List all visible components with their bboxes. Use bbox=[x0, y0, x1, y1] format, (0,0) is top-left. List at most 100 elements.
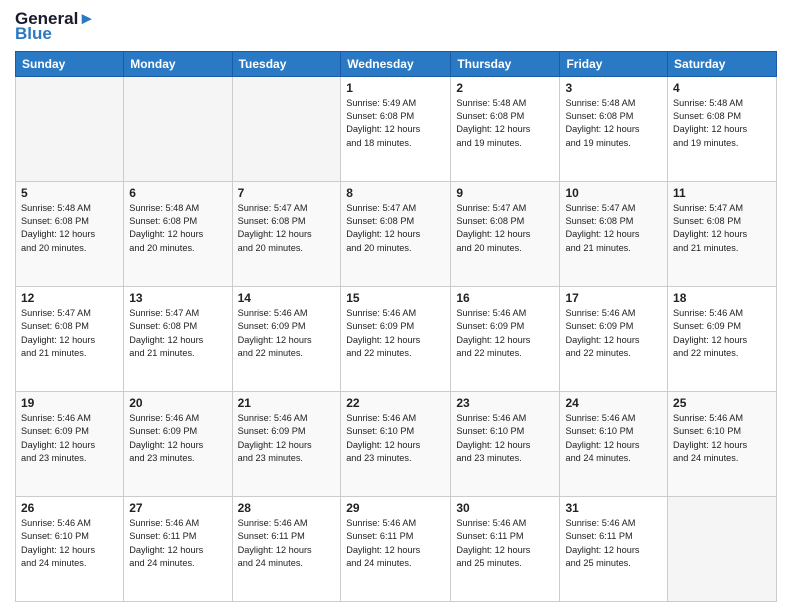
weekday-header-tuesday: Tuesday bbox=[232, 51, 341, 76]
calendar-table: SundayMondayTuesdayWednesdayThursdayFrid… bbox=[15, 51, 777, 602]
weekday-header-monday: Monday bbox=[124, 51, 232, 76]
day-info: Sunrise: 5:46 AM Sunset: 6:10 PM Dayligh… bbox=[456, 412, 554, 465]
calendar-cell bbox=[16, 76, 124, 181]
day-number: 26 bbox=[21, 501, 118, 515]
day-info: Sunrise: 5:46 AM Sunset: 6:09 PM Dayligh… bbox=[346, 307, 445, 360]
day-number: 29 bbox=[346, 501, 445, 515]
day-info: Sunrise: 5:47 AM Sunset: 6:08 PM Dayligh… bbox=[238, 202, 336, 255]
weekday-header-friday: Friday bbox=[560, 51, 668, 76]
day-info: Sunrise: 5:46 AM Sunset: 6:11 PM Dayligh… bbox=[129, 517, 226, 570]
day-info: Sunrise: 5:47 AM Sunset: 6:08 PM Dayligh… bbox=[129, 307, 226, 360]
day-info: Sunrise: 5:46 AM Sunset: 6:09 PM Dayligh… bbox=[238, 412, 336, 465]
calendar-cell: 7 Sunrise: 5:47 AM Sunset: 6:08 PM Daylig… bbox=[232, 181, 341, 286]
day-number: 11 bbox=[673, 186, 771, 200]
day-number: 10 bbox=[565, 186, 662, 200]
day-number: 1 bbox=[346, 81, 445, 95]
day-number: 4 bbox=[673, 81, 771, 95]
day-number: 28 bbox=[238, 501, 336, 515]
calendar-cell: 30Sunrise: 5:46 AM Sunset: 6:11 PM Dayli… bbox=[451, 496, 560, 601]
day-info: Sunrise: 5:46 AM Sunset: 6:09 PM Dayligh… bbox=[21, 412, 118, 465]
calendar-cell: 29 Sunrise: 5:46 AM Sunset: 6:11 PM Dayli… bbox=[341, 496, 451, 601]
calendar-cell: 15 Sunrise: 5:46 AM Sunset: 6:09 PM Dayli… bbox=[341, 286, 451, 391]
day-info: Sunrise: 5:46 AM Sunset: 6:10 PM Dayligh… bbox=[673, 412, 771, 465]
calendar-week-2: 5Sunrise: 5:48 AM Sunset: 6:08 PM Daylig… bbox=[16, 181, 777, 286]
day-number: 6 bbox=[129, 186, 226, 200]
day-info: Sunrise: 5:46 AM Sunset: 6:11 PM Dayligh… bbox=[346, 517, 445, 570]
day-info: Sunrise: 5:47 AM Sunset: 6:08 PM Dayligh… bbox=[456, 202, 554, 255]
day-number: 3 bbox=[565, 81, 662, 95]
day-number: 12 bbox=[21, 291, 118, 305]
calendar-cell: 26 Sunrise: 5:46 AM Sunset: 6:10 PM Dayli… bbox=[16, 496, 124, 601]
day-number: 17 bbox=[565, 291, 662, 305]
calendar-cell: 10 Sunrise: 5:47 AM Sunset: 6:08 PM Dayli… bbox=[560, 181, 668, 286]
day-info: Sunrise: 5:48 AM Sunset: 6:08 PM Dayligh… bbox=[21, 202, 118, 255]
day-number: 25 bbox=[673, 396, 771, 410]
calendar-week-5: 26 Sunrise: 5:46 AM Sunset: 6:10 PM Dayli… bbox=[16, 496, 777, 601]
calendar-cell: 6Sunrise: 5:48 AM Sunset: 6:08 PM Daylig… bbox=[124, 181, 232, 286]
calendar-cell: 3 Sunrise: 5:48 AM Sunset: 6:08 PM Daylig… bbox=[560, 76, 668, 181]
day-info: Sunrise: 5:47 AM Sunset: 6:08 PM Dayligh… bbox=[673, 202, 771, 255]
calendar-cell: 9Sunrise: 5:47 AM Sunset: 6:08 PM Daylig… bbox=[451, 181, 560, 286]
calendar-cell: 17 Sunrise: 5:46 AM Sunset: 6:09 PM Dayli… bbox=[560, 286, 668, 391]
day-info: Sunrise: 5:47 AM Sunset: 6:08 PM Dayligh… bbox=[21, 307, 118, 360]
day-info: Sunrise: 5:46 AM Sunset: 6:09 PM Dayligh… bbox=[129, 412, 226, 465]
day-number: 24 bbox=[565, 396, 662, 410]
day-number: 18 bbox=[673, 291, 771, 305]
day-info: Sunrise: 5:48 AM Sunset: 6:08 PM Dayligh… bbox=[456, 97, 554, 150]
day-number: 8 bbox=[346, 186, 445, 200]
day-info: Sunrise: 5:47 AM Sunset: 6:08 PM Dayligh… bbox=[346, 202, 445, 255]
day-info: Sunrise: 5:46 AM Sunset: 6:10 PM Dayligh… bbox=[346, 412, 445, 465]
day-info: Sunrise: 5:46 AM Sunset: 6:09 PM Dayligh… bbox=[565, 307, 662, 360]
day-number: 31 bbox=[565, 501, 662, 515]
calendar-cell: 5Sunrise: 5:48 AM Sunset: 6:08 PM Daylig… bbox=[16, 181, 124, 286]
calendar-week-4: 19Sunrise: 5:46 AM Sunset: 6:09 PM Dayli… bbox=[16, 391, 777, 496]
day-number: 21 bbox=[238, 396, 336, 410]
day-info: Sunrise: 5:46 AM Sunset: 6:11 PM Dayligh… bbox=[238, 517, 336, 570]
calendar-cell: 22 Sunrise: 5:46 AM Sunset: 6:10 PM Dayli… bbox=[341, 391, 451, 496]
calendar-cell bbox=[124, 76, 232, 181]
calendar-cell: 28 Sunrise: 5:46 AM Sunset: 6:11 PM Dayli… bbox=[232, 496, 341, 601]
calendar-cell: 24Sunrise: 5:46 AM Sunset: 6:10 PM Dayli… bbox=[560, 391, 668, 496]
day-number: 16 bbox=[456, 291, 554, 305]
calendar-cell: 4Sunrise: 5:48 AM Sunset: 6:08 PM Daylig… bbox=[668, 76, 777, 181]
day-number: 14 bbox=[238, 291, 336, 305]
calendar-body: 1Sunrise: 5:49 AM Sunset: 6:08 PM Daylig… bbox=[16, 76, 777, 601]
day-number: 30 bbox=[456, 501, 554, 515]
weekday-header-thursday: Thursday bbox=[451, 51, 560, 76]
calendar-cell: 31Sunrise: 5:46 AM Sunset: 6:11 PM Dayli… bbox=[560, 496, 668, 601]
weekday-header-row: SundayMondayTuesdayWednesdayThursdayFrid… bbox=[16, 51, 777, 76]
calendar-week-3: 12 Sunrise: 5:47 AM Sunset: 6:08 PM Dayli… bbox=[16, 286, 777, 391]
calendar-cell: 18 Sunrise: 5:46 AM Sunset: 6:09 PM Dayli… bbox=[668, 286, 777, 391]
weekday-header-wednesday: Wednesday bbox=[341, 51, 451, 76]
calendar-cell: 11 Sunrise: 5:47 AM Sunset: 6:08 PM Dayli… bbox=[668, 181, 777, 286]
calendar-week-1: 1Sunrise: 5:49 AM Sunset: 6:08 PM Daylig… bbox=[16, 76, 777, 181]
day-number: 27 bbox=[129, 501, 226, 515]
calendar: SundayMondayTuesdayWednesdayThursdayFrid… bbox=[15, 51, 777, 602]
logo: General► Blue bbox=[15, 10, 95, 43]
day-info: Sunrise: 5:46 AM Sunset: 6:09 PM Dayligh… bbox=[238, 307, 336, 360]
calendar-cell bbox=[668, 496, 777, 601]
calendar-cell: 23 Sunrise: 5:46 AM Sunset: 6:10 PM Dayli… bbox=[451, 391, 560, 496]
calendar-cell: 12 Sunrise: 5:47 AM Sunset: 6:08 PM Dayli… bbox=[16, 286, 124, 391]
day-number: 22 bbox=[346, 396, 445, 410]
day-number: 13 bbox=[129, 291, 226, 305]
calendar-cell bbox=[232, 76, 341, 181]
day-info: Sunrise: 5:46 AM Sunset: 6:10 PM Dayligh… bbox=[21, 517, 118, 570]
day-info: Sunrise: 5:46 AM Sunset: 6:09 PM Dayligh… bbox=[673, 307, 771, 360]
calendar-cell: 13 Sunrise: 5:47 AM Sunset: 6:08 PM Dayli… bbox=[124, 286, 232, 391]
page: General► Blue SundayMondayTuesdayWednesd… bbox=[0, 0, 792, 612]
day-info: Sunrise: 5:48 AM Sunset: 6:08 PM Dayligh… bbox=[565, 97, 662, 150]
day-number: 2 bbox=[456, 81, 554, 95]
day-number: 23 bbox=[456, 396, 554, 410]
calendar-cell: 1Sunrise: 5:49 AM Sunset: 6:08 PM Daylig… bbox=[341, 76, 451, 181]
day-number: 15 bbox=[346, 291, 445, 305]
calendar-cell: 27 Sunrise: 5:46 AM Sunset: 6:11 PM Dayli… bbox=[124, 496, 232, 601]
day-number: 7 bbox=[238, 186, 336, 200]
day-info: Sunrise: 5:46 AM Sunset: 6:09 PM Dayligh… bbox=[456, 307, 554, 360]
header: General► Blue bbox=[15, 10, 777, 43]
calendar-cell: 20Sunrise: 5:46 AM Sunset: 6:09 PM Dayli… bbox=[124, 391, 232, 496]
calendar-cell: 19Sunrise: 5:46 AM Sunset: 6:09 PM Dayli… bbox=[16, 391, 124, 496]
calendar-cell: 8 Sunrise: 5:47 AM Sunset: 6:08 PM Daylig… bbox=[341, 181, 451, 286]
weekday-header-sunday: Sunday bbox=[16, 51, 124, 76]
day-info: Sunrise: 5:47 AM Sunset: 6:08 PM Dayligh… bbox=[565, 202, 662, 255]
